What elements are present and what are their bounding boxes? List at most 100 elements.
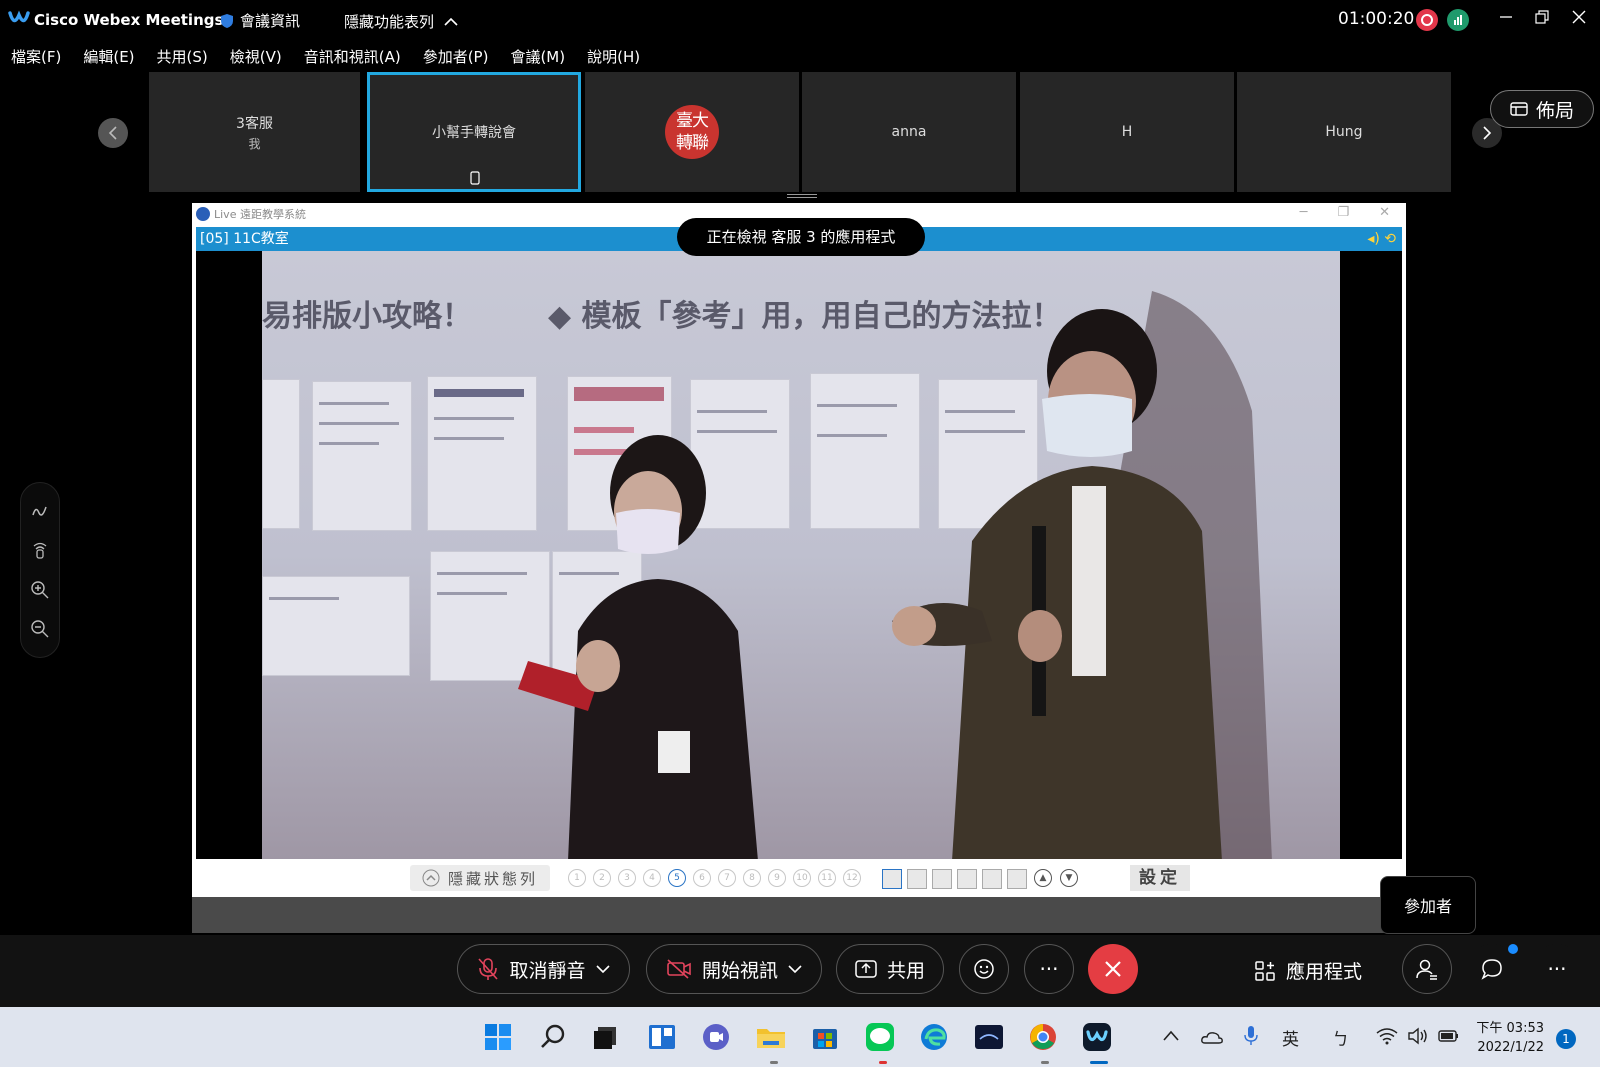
microphone-in-use-icon[interactable] <box>1243 1025 1259 1047</box>
apps-button[interactable]: 應用程式 <box>1254 957 1362 984</box>
network-health-icon[interactable] <box>1447 9 1469 31</box>
restore-button[interactable] <box>1528 6 1556 34</box>
wifi-icon[interactable] <box>1376 1027 1398 1045</box>
start-video-label: 開始視訊 <box>701 959 778 982</box>
participant-name: H <box>1121 124 1133 140</box>
menu-audio-video[interactable]: 音訊和視訊(A) <box>293 44 412 70</box>
chevron-down-icon[interactable] <box>595 964 610 974</box>
share-button[interactable]: 共用 <box>836 944 944 994</box>
shared-application-window: Live 遠距教學系統 ─ ❐ ✕ [05] 11C教室 ◂) ⟲ 易排版小攻略… <box>192 203 1406 933</box>
onedrive-cloud-icon[interactable] <box>1200 1029 1224 1045</box>
video-off-icon <box>667 959 691 979</box>
classroom-label: [05] 11C教室 <box>200 231 289 247</box>
meeting-timer: 01:00:20 <box>1338 9 1415 29</box>
menu-edit[interactable]: 編輯(E) <box>72 44 145 70</box>
page-number-1: 1 <box>568 869 586 887</box>
line-app-icon[interactable] <box>864 1021 896 1053</box>
file-explorer-icon[interactable] <box>755 1021 787 1053</box>
start-video-button[interactable]: 開始視訊 <box>646 944 822 994</box>
clock-date: 2022/1/22 <box>1477 1040 1544 1055</box>
system-clock[interactable]: 下午 03:53 2022/1/22 <box>1470 1019 1544 1057</box>
layout-quad-icon <box>957 869 977 889</box>
shared-window-title: Live 遠距教學系統 <box>214 208 306 221</box>
close-button[interactable] <box>1565 6 1593 34</box>
slide-heading-left: 易排版小攻略！ <box>262 299 472 334</box>
chevron-up-icon[interactable] <box>1162 1029 1180 1043</box>
shared-window-footer <box>192 897 1406 933</box>
running-indicator <box>879 1061 887 1064</box>
notification-count-badge[interactable]: 1 <box>1556 1029 1576 1049</box>
layout-button[interactable]: 佈局 <box>1490 90 1594 128</box>
remote-control-icon[interactable] <box>30 540 50 560</box>
zoom-out-icon[interactable] <box>30 619 50 639</box>
meeting-info-button[interactable]: 會議資訊 <box>220 10 300 31</box>
restore-icon <box>1535 10 1549 24</box>
chrome-browser-icon[interactable] <box>1027 1021 1059 1053</box>
widgets-icon[interactable] <box>646 1021 678 1053</box>
layout-icon <box>1510 102 1528 116</box>
minimize-button[interactable] <box>1492 6 1520 34</box>
title-bar: Cisco Webex Meetings 會議資訊 隱藏功能表列 01:00:2… <box>0 0 1600 40</box>
classroom-video: 易排版小攻略！ ◆ 模板「參考」用，用自己的方法拉！ <box>196 251 1402 859</box>
chevron-up-circle-icon <box>422 869 440 887</box>
zoom-in-icon[interactable] <box>30 580 50 600</box>
participant-tile[interactable]: anna <box>802 72 1016 192</box>
battery-charging-icon[interactable] <box>1437 1027 1461 1045</box>
annotate-pen-icon[interactable] <box>30 501 50 521</box>
reactions-button[interactable] <box>959 944 1009 994</box>
participant-tile[interactable]: Hung <box>1237 72 1451 192</box>
teams-chat-icon[interactable] <box>700 1021 732 1053</box>
participants-tooltip: 參加者 <box>1380 876 1476 934</box>
apps-grid-icon <box>1255 960 1275 981</box>
ime-mode-indicator[interactable]: ㄅ <box>1332 1025 1349 1050</box>
chat-icon <box>1481 959 1502 980</box>
page-number-2: 2 <box>593 869 611 887</box>
settings-button: 設定 <box>1130 865 1190 891</box>
menu-help[interactable]: 說明(H) <box>576 44 651 70</box>
strip-previous-button[interactable] <box>98 118 128 148</box>
ellipsis-icon: ··· <box>1039 957 1059 981</box>
end-meeting-button[interactable] <box>1088 944 1138 994</box>
layout-single-icon <box>882 869 902 889</box>
unmute-button[interactable]: 取消靜音 <box>457 944 630 994</box>
participant-tile[interactable]: 3客服 我 <box>149 72 360 192</box>
clock-time: 下午 03:53 <box>1476 1021 1544 1036</box>
minimize-icon <box>1500 16 1512 18</box>
windows-start-icon[interactable] <box>482 1021 514 1053</box>
task-view-icon[interactable] <box>590 1021 622 1053</box>
strip-resize-handle[interactable] <box>787 194 817 198</box>
shared-minimize-icon: ─ <box>1299 205 1308 220</box>
webex-app-icon[interactable] <box>1081 1021 1113 1053</box>
more-menu-button[interactable]: ··· <box>1532 944 1582 994</box>
recording-icon[interactable] <box>1416 9 1438 31</box>
menu-participant[interactable]: 參加者(P) <box>412 44 500 70</box>
phone-icon <box>470 171 480 185</box>
menu-file[interactable]: 檔案(F) <box>0 44 72 70</box>
resume-thumbnail <box>312 381 412 531</box>
share-screen-icon <box>855 960 877 978</box>
menu-view[interactable]: 檢視(V) <box>219 44 293 70</box>
speaker-volume-icon[interactable] <box>1407 1027 1429 1045</box>
viewing-application-toast: 正在檢視 客服 3 的應用程式 <box>677 218 925 256</box>
microsoft-store-icon[interactable] <box>809 1021 841 1053</box>
page-number-5: 5 <box>668 869 686 887</box>
meeting-control-bar: 取消靜音 開始視訊 共用 ··· 應用程式 ··· <box>0 935 1600 1007</box>
menu-share[interactable]: 共用(S) <box>146 44 219 70</box>
ellipsis-icon: ··· <box>1547 957 1567 981</box>
participant-tile-active-speaker[interactable]: 小幫手轉說會 <box>367 72 581 192</box>
presenter-woman <box>518 435 758 859</box>
resume-thumbnail <box>262 576 410 676</box>
disney-plus-icon[interactable] <box>973 1021 1005 1053</box>
hide-menu-bar-button[interactable]: 隱藏功能表列 <box>344 11 458 32</box>
input-language-indicator[interactable]: 英 <box>1282 1025 1299 1050</box>
participant-tile[interactable]: H <box>1020 72 1234 192</box>
participants-button[interactable] <box>1402 944 1452 994</box>
chevron-down-icon[interactable] <box>788 964 802 974</box>
edge-browser-icon[interactable] <box>918 1021 950 1053</box>
participant-tile[interactable]: 臺大轉聯 <box>585 72 799 192</box>
search-icon[interactable] <box>537 1021 569 1053</box>
menu-meeting[interactable]: 會議(M) <box>499 44 576 70</box>
more-options-button[interactable]: ··· <box>1024 944 1074 994</box>
presenter-man <box>892 291 1272 859</box>
unmute-label: 取消靜音 <box>509 959 586 982</box>
